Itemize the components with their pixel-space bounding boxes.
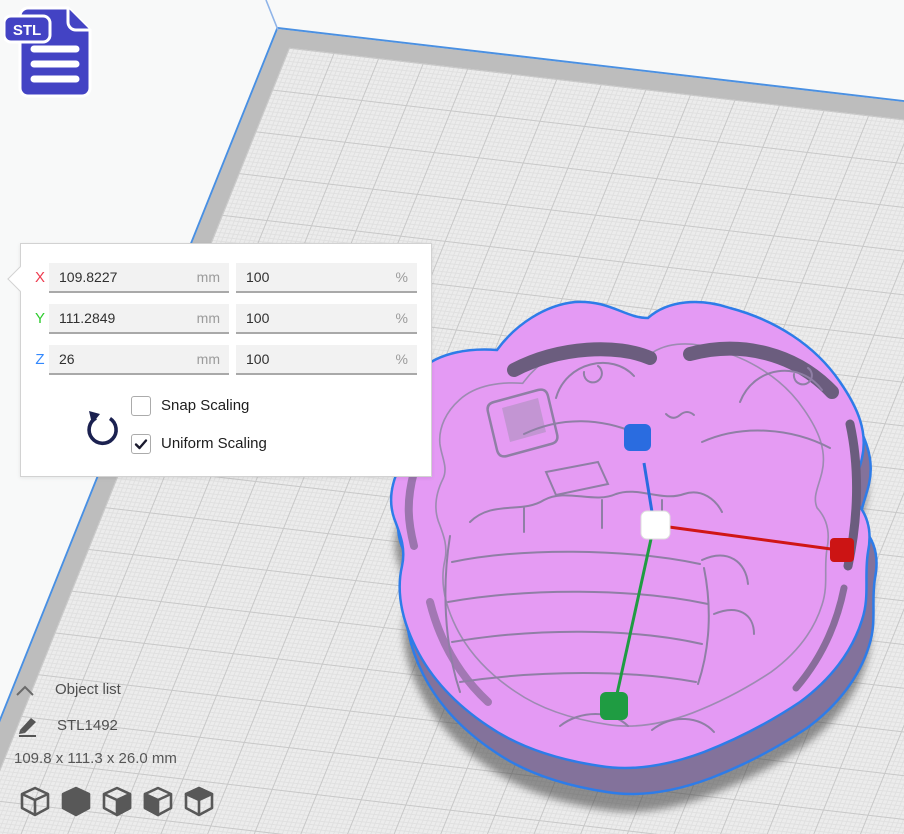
x-axis-label: X: [29, 263, 51, 293]
view-top-icon[interactable]: [99, 784, 135, 820]
object-list-title: Object list: [55, 680, 121, 700]
x-mm-input[interactable]: 109.8227 mm: [49, 263, 229, 293]
z-percent-input[interactable]: 100 %: [236, 345, 417, 375]
snap-scaling-label: Snap Scaling: [161, 396, 249, 416]
object-item-name: STL1492: [57, 715, 118, 737]
z-mm-value: 26: [59, 345, 75, 373]
x-mm-unit: mm: [197, 263, 220, 291]
chevron-up-icon: [14, 684, 36, 698]
stl-file-icon: STL: [4, 2, 96, 100]
y-percent-input[interactable]: 100 %: [236, 304, 417, 334]
stl-badge-label: STL: [13, 22, 41, 39]
view-left-icon[interactable]: [140, 784, 176, 820]
checkmark-icon: [132, 435, 150, 453]
scale-tool-panel: X 109.8227 mm 100 % Y 111.2849 mm 100 % …: [20, 243, 432, 477]
y-axis-label: Y: [29, 304, 51, 334]
reset-scale-button[interactable]: [83, 409, 123, 451]
snap-scaling-checkbox[interactable]: [131, 396, 151, 416]
y-mm-input[interactable]: 111.2849 mm: [49, 304, 229, 334]
z-mm-input[interactable]: 26 mm: [49, 345, 229, 375]
view-front-icon[interactable]: [58, 784, 94, 820]
scale-row-x: X 109.8227 mm 100 %: [21, 263, 431, 293]
x-mm-value: 109.8227: [59, 263, 117, 291]
uniform-scaling-checkbox[interactable]: [131, 434, 151, 454]
z-axis-label: Z: [29, 345, 51, 375]
y-percent-value: 100: [246, 304, 269, 332]
model-dimensions-readout: 109.8 x 111.3 x 26.0 mm: [14, 750, 177, 767]
view-right-icon[interactable]: [181, 784, 217, 820]
y-mm-unit: mm: [197, 304, 220, 332]
y-percent-unit: %: [396, 304, 408, 332]
x-percent-input[interactable]: 100 %: [236, 263, 417, 293]
viewport-3d[interactable]: STL X 109.8227 mm 100 % Y 111.2849 mm 10…: [0, 0, 904, 834]
z-mm-unit: mm: [197, 345, 220, 373]
x-percent-unit: %: [396, 263, 408, 291]
z-percent-unit: %: [396, 345, 408, 373]
camera-view-presets: [17, 784, 217, 820]
view-3d-icon[interactable]: [17, 784, 53, 820]
scale-row-z: Z 26 mm 100 %: [21, 345, 431, 375]
pencil-icon: [16, 715, 42, 737]
scale-row-y: Y 111.2849 mm 100 %: [21, 304, 431, 334]
uniform-scaling-label: Uniform Scaling: [161, 434, 267, 454]
x-percent-value: 100: [246, 263, 269, 291]
z-percent-value: 100: [246, 345, 269, 373]
y-mm-value: 111.2849: [59, 304, 115, 332]
build-volume-corner-edge: [266, 0, 278, 30]
